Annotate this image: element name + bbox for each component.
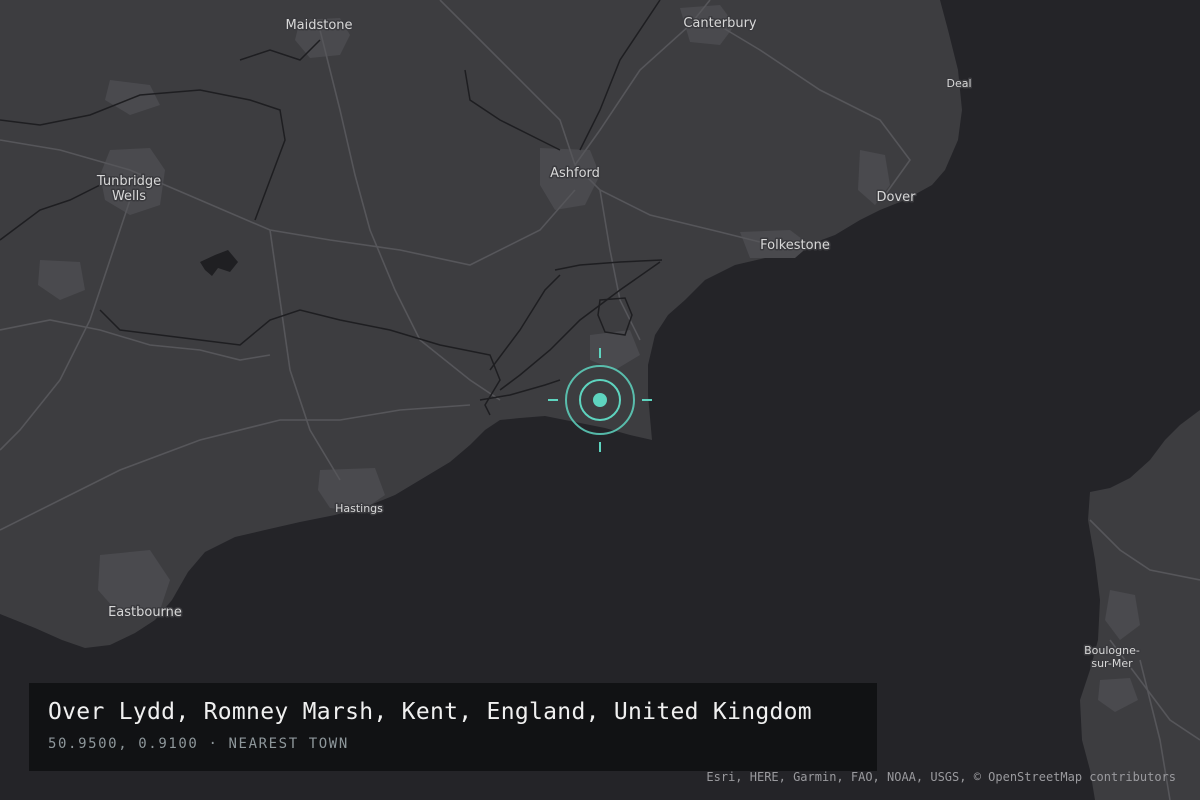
map-view[interactable]: Maidstone Canterbury Deal Tunbridge Well…: [0, 0, 1200, 800]
label-boulogne-line2: sur-Mer: [1091, 657, 1133, 670]
label-folkestone: Folkestone: [760, 238, 830, 253]
label-dover: Dover: [877, 190, 917, 205]
location-title: Over Lydd, Romney Marsh, Kent, England, …: [48, 699, 812, 725]
label-boulogne-line1: Boulogne-: [1084, 644, 1140, 657]
label-hastings: Hastings: [335, 502, 383, 515]
label-canterbury: Canterbury: [683, 16, 757, 31]
label-maidstone: Maidstone: [285, 18, 352, 33]
basemap[interactable]: Maidstone Canterbury Deal Tunbridge Well…: [0, 0, 1200, 800]
label-ashford: Ashford: [550, 166, 600, 181]
label-deal: Deal: [946, 77, 971, 90]
location-coordinates: 50.9500, 0.9100 · NEAREST TOWN: [48, 736, 349, 752]
label-tunbridge-wells-line1: Tunbridge: [96, 174, 161, 189]
label-eastbourne: Eastbourne: [108, 605, 182, 620]
map-attribution: Esri, HERE, Garmin, FAO, NOAA, USGS, © O…: [706, 770, 1176, 784]
location-info-panel: Over Lydd, Romney Marsh, Kent, England, …: [29, 683, 877, 771]
label-tunbridge-wells-line2: Wells: [112, 189, 146, 204]
